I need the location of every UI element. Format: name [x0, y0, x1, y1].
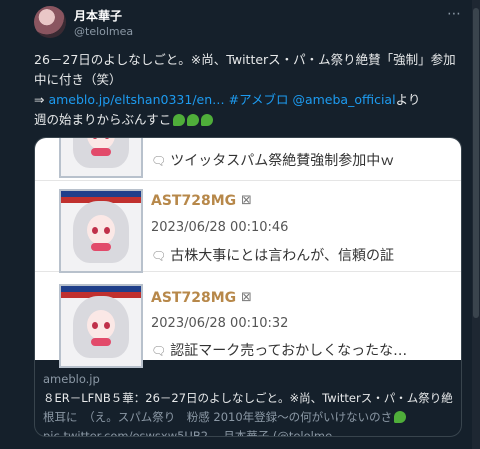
comment-row: AST728MG ⊠ 2023/06/28 00:10:46 🗨 古株大事にとは言… [35, 181, 461, 273]
speech-bubble-icon: 🗨 [151, 154, 167, 168]
card-footer: pic.twitter.com/eswsxw5UB2— 月本華子 (@telol… [43, 429, 344, 437]
left-panel-edge [0, 0, 16, 449]
blog-link[interactable]: ameblo.jp/eltshan0331/en… [48, 92, 224, 107]
card-description-text: 根耳に （え。スパム祭り 粉感 2010年登録～の何がいけないのさ [43, 410, 393, 424]
display-name[interactable]: 月本華子 [74, 7, 122, 24]
green-emoji-icon [187, 114, 200, 126]
tweet-line-3: 週の始まりからぶんすこ [34, 110, 466, 130]
comment-date: 2023/06/28 00:10:46 [151, 220, 289, 235]
scrollbar[interactable] [472, 0, 480, 449]
tweet-header: 月本華子 @telolmea ⋯ [34, 6, 464, 42]
arrow-symbol: ⇒ [34, 92, 45, 107]
comment-text-value: 認証マーク売っておかしくなったな… [170, 343, 408, 359]
card-title: ８ER－LFNB５華：26－27日のよしなしごと。※尚、Twitterス・パ・ム… [43, 391, 453, 405]
comment-text: 🗨 ツイッタスパム祭絶賛強制参加中ｗ [151, 150, 394, 170]
comment-text: 🗨 古株大事にとは言わんが、信頼の証 [151, 245, 394, 265]
comment-text-value: ツイッタスパム祭絶賛強制参加中ｗ [170, 153, 395, 169]
commenter-thumbnail [59, 284, 143, 368]
more-dots-icon[interactable]: ⋯ [444, 7, 464, 24]
green-emoji-icon [173, 114, 186, 126]
hashtag-link[interactable]: #アメブロ [229, 92, 289, 107]
mail-icon: ⊠ [241, 193, 252, 208]
green-emoji-icon [394, 411, 407, 423]
tweet-suffix: より [395, 92, 421, 107]
card-description: 根耳に （え。スパム祭り 粉感 2010年登録～の何がいけないのさ [43, 408, 453, 427]
comment-row: 🗨 ツイッタスパム祭絶賛強制参加中ｗ [35, 138, 461, 181]
speech-bubble-icon: 🗨 [151, 249, 167, 263]
link-preview-card[interactable]: 🗨 ツイッタスパム祭絶賛強制参加中ｗ AST728MG ⊠ 2023/06/28 … [34, 137, 462, 437]
comment-date: 2023/06/28 00:10:32 [151, 316, 289, 331]
speech-bubble-icon: 🗨 [151, 344, 167, 358]
tweet-line-2: ⇒ ameblo.jp/eltshan0331/en… #アメブロ @ameba… [34, 90, 466, 110]
mention-link[interactable]: @ameba_official [292, 92, 395, 107]
tweet-line-1: 26－27日のよしなしごと。※尚、Twitterス・パ・ム祭り絶賛「強制」参加中… [34, 52, 456, 87]
card-domain: ameblo.jp [43, 372, 100, 386]
mail-icon: ⊠ [241, 290, 252, 305]
scrollbar-thumb[interactable] [473, 8, 479, 318]
tweet-body: 26－27日のよしなしごと。※尚、Twitterス・パ・ム祭り絶賛「強制」参加中… [34, 50, 466, 130]
comment-text-value: 古株大事にとは言わんが、信頼の証 [170, 248, 394, 264]
tweet-line-3-text: 週の始まりからぶんすこ [34, 112, 172, 127]
green-emoji-icon [201, 114, 214, 126]
user-handle[interactable]: @telolmea [74, 25, 133, 38]
card-image: 🗨 ツイッタスパム祭絶賛強制参加中ｗ AST728MG ⊠ 2023/06/28 … [35, 138, 461, 368]
commenter-username: AST728MG [151, 290, 237, 306]
card-info: ameblo.jp ８ER－LFNB５華：26－27日のよしなしごと。※尚、Tw… [43, 370, 453, 437]
commenter-thumbnail [59, 189, 143, 273]
commenter-username: AST728MG [151, 193, 237, 209]
commenter-thumbnail [59, 138, 143, 178]
comment-row: AST728MG ⊠ 2023/06/28 00:10:32 🗨 認証マーク売って… [35, 276, 461, 368]
avatar[interactable] [34, 6, 66, 38]
comment-text: 🗨 認証マーク売っておかしくなったな… [151, 340, 407, 360]
